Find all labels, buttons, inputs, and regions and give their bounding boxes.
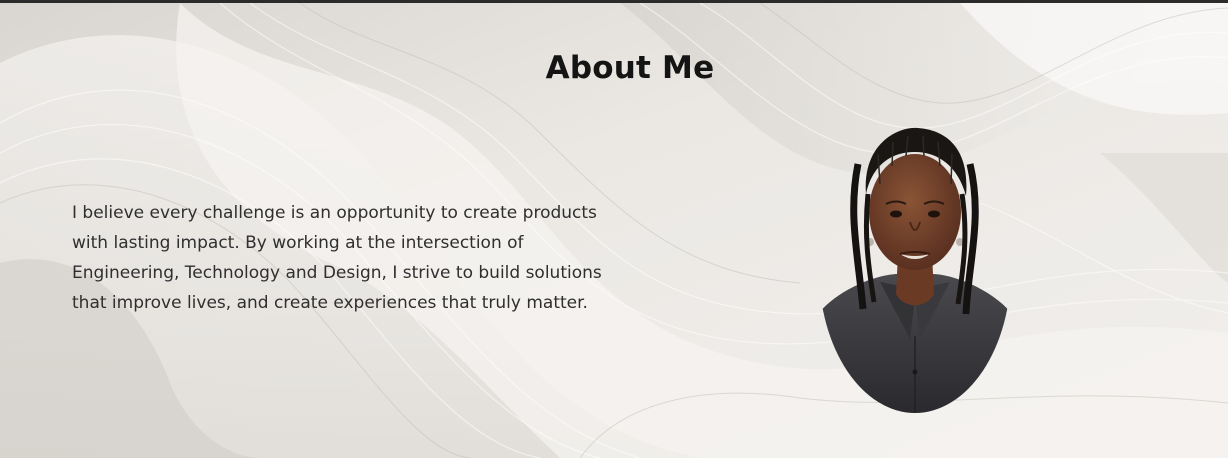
about-section: About Me I believe every challenge is an…: [0, 0, 1228, 458]
profile-photo: [818, 124, 1012, 414]
bio-paragraph: I believe every challenge is an opportun…: [72, 203, 602, 313]
section-title: About Me: [545, 50, 715, 86]
top-border: [0, 0, 1228, 3]
